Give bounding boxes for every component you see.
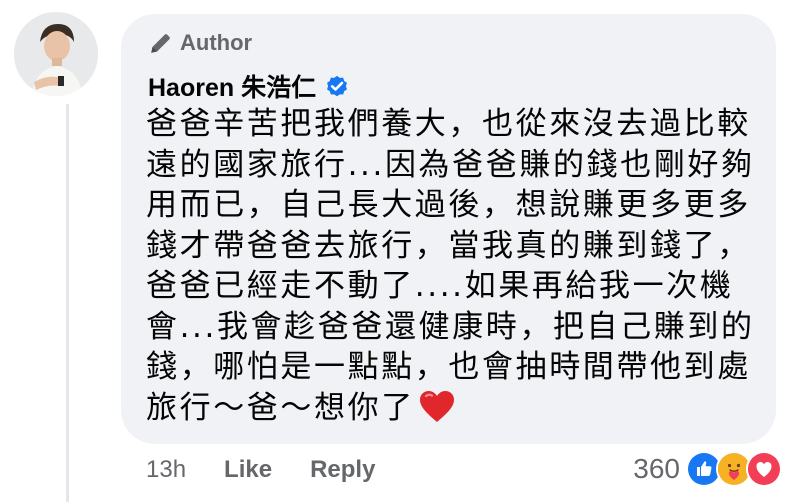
author-badge-label: Author [180, 30, 253, 55]
like-button[interactable]: Like [224, 456, 272, 484]
thread-line [66, 104, 69, 502]
comment-timestamp[interactable]: 13h [146, 456, 186, 484]
reply-button[interactable]: Reply [310, 456, 375, 484]
author-badge: Author [148, 30, 252, 56]
comment-text: 爸爸辛苦把我們養大，也從來沒去過比較遠的國家旅行...因為爸爸賺的錢也剛好夠用而… [146, 104, 756, 428]
red-heart-emoji-icon [419, 390, 455, 424]
reaction-summary[interactable]: 360 [633, 451, 782, 487]
commenter-name[interactable]: Haoren 朱浩仁 [148, 68, 316, 104]
reaction-count: 360 [633, 453, 680, 484]
comment-actions: 13h Like Reply [146, 456, 375, 484]
comment-body: 爸爸辛苦把我們養大，也從來沒去過比較遠的國家旅行...因為爸爸賺的錢也剛好夠用而… [146, 106, 755, 426]
avatar[interactable] [14, 12, 98, 96]
commenter-name-row: Haoren 朱浩仁 [148, 68, 350, 104]
verified-badge-icon [324, 73, 350, 99]
comment-bubble: Author Haoren 朱浩仁 爸爸辛苦把我們養大，也從來沒去過比較遠的國家… [121, 14, 776, 444]
reaction-icons [686, 451, 782, 487]
avatar-photo [14, 12, 98, 96]
comment-thread: Author Haoren 朱浩仁 爸爸辛苦把我們養大，也從來沒去過比較遠的國家… [0, 0, 800, 502]
love-reaction-icon [746, 451, 782, 487]
pencil-icon [148, 30, 174, 56]
